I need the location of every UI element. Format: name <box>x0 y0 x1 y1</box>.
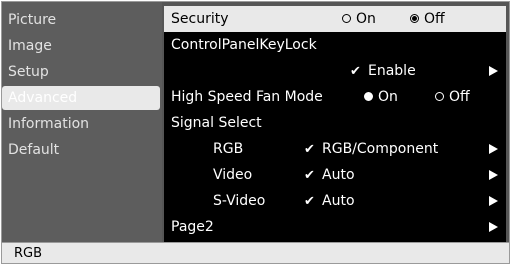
svideo-value-label: Auto <box>322 193 355 209</box>
control-panel-key-lock-value: ✔ Enable <box>350 58 416 84</box>
check-icon: ✔ <box>350 64 361 79</box>
fan-mode-off-option[interactable]: Off <box>435 84 470 110</box>
sidebar-item-information[interactable]: Information <box>2 112 160 136</box>
radio-icon <box>435 91 444 101</box>
control-panel-key-lock-row[interactable]: ControlPanelKeyLock <box>164 32 506 58</box>
rgb-value: ✔ RGB/Component <box>304 136 438 162</box>
radio-icon <box>342 13 351 23</box>
sidebar-item-advanced[interactable]: Advanced <box>2 86 160 110</box>
sidebar-item-image[interactable]: Image <box>2 34 160 58</box>
sidebar: Picture Image Setup Advanced Information… <box>2 2 162 242</box>
sidebar-item-label: Advanced <box>8 90 78 106</box>
check-icon: ✔ <box>304 142 315 157</box>
check-icon: ✔ <box>304 194 315 209</box>
radio-selected-icon <box>364 91 373 101</box>
page2-row[interactable]: Page2 <box>164 214 506 240</box>
video-row[interactable]: Video ✔ Auto <box>164 162 506 188</box>
sidebar-item-label: Information <box>8 116 90 132</box>
video-value: ✔ Auto <box>304 162 355 188</box>
security-row[interactable]: Security On Off <box>164 6 506 32</box>
fan-mode-on-option[interactable]: On <box>364 84 398 110</box>
svideo-row[interactable]: S-Video ✔ Auto <box>164 188 506 214</box>
enable-label: Enable <box>368 63 416 79</box>
video-label: Video <box>213 167 253 183</box>
sidebar-item-label: Setup <box>8 64 49 80</box>
control-panel-key-lock-label: ControlPanelKeyLock <box>171 37 317 53</box>
sidebar-item-label: Picture <box>8 12 57 28</box>
fan-mode-off-label: Off <box>449 89 470 105</box>
menu-panel: Security On Off ControlPanelKeyLock ✔ Ena… <box>164 6 506 242</box>
fan-mode-row[interactable]: High Speed Fan Mode On Off <box>164 84 506 110</box>
menu-window: Picture Image Setup Advanced Information… <box>1 1 510 264</box>
check-icon: ✔ <box>304 168 315 183</box>
sidebar-item-label: Image <box>8 38 52 54</box>
status-bar: RGB <box>2 242 509 263</box>
signal-select-label: Signal Select <box>171 115 262 131</box>
sidebar-item-label: Default <box>8 142 60 158</box>
security-off-option[interactable]: Off <box>410 6 445 32</box>
sidebar-item-default[interactable]: Default <box>2 138 160 162</box>
right-arrow-icon[interactable] <box>489 170 498 180</box>
right-arrow-icon[interactable] <box>489 222 498 232</box>
right-arrow-icon[interactable] <box>489 196 498 206</box>
rgb-value-label: RGB/Component <box>322 141 439 157</box>
svideo-value: ✔ Auto <box>304 188 355 214</box>
sidebar-item-picture[interactable]: Picture <box>2 8 160 32</box>
control-panel-key-lock-value-row[interactable]: ✔ Enable <box>164 58 506 84</box>
status-text: RGB <box>14 246 43 261</box>
right-arrow-icon[interactable] <box>489 144 498 154</box>
security-label: Security <box>171 11 229 27</box>
security-on-label: On <box>356 11 376 27</box>
right-arrow-icon[interactable] <box>489 66 498 76</box>
video-value-label: Auto <box>322 167 355 183</box>
svideo-label: S-Video <box>213 193 266 209</box>
fan-mode-label: High Speed Fan Mode <box>171 89 323 105</box>
rgb-label: RGB <box>213 141 244 157</box>
radio-selected-icon <box>410 13 419 23</box>
rgb-row[interactable]: RGB ✔ RGB/Component <box>164 136 506 162</box>
security-off-label: Off <box>424 11 445 27</box>
fan-mode-on-label: On <box>378 89 398 105</box>
page2-label: Page2 <box>171 219 214 235</box>
signal-select-row: Signal Select <box>164 110 506 136</box>
sidebar-item-setup[interactable]: Setup <box>2 60 160 84</box>
security-on-option[interactable]: On <box>342 6 376 32</box>
